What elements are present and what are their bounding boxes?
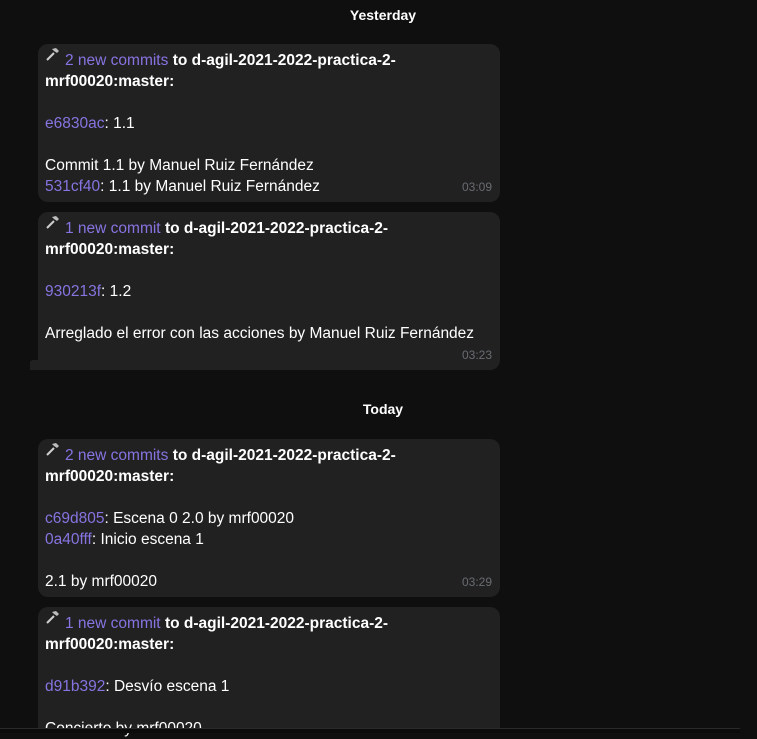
chat-history: Yesterday 2 new commits to d-agil-2021-2… — [0, 0, 757, 737]
message-time: 03:09 — [461, 180, 492, 194]
commit-message: : 1.2 — [101, 283, 132, 300]
message-header: 1 new commit to d-agil-2021-2022-practic… — [45, 216, 493, 239]
message-time: 03:23 — [461, 348, 492, 362]
message-bubble[interactable]: 2 new commits to d-agil-2021-2022-practi… — [38, 44, 500, 202]
commit-body: 2.1 by mrf00020 — [45, 573, 158, 590]
commit-body: Commit 1.1 by Manuel Ruiz Fernández — [45, 157, 314, 174]
commit-message: : 1.1 by Manuel Ruiz Fernández — [100, 178, 320, 195]
message-header: 1 new commit to d-agil-2021-2022-practic… — [45, 611, 493, 634]
commit-line: 531cf40: 1.1 by Manuel Ruiz Fernández — [45, 176, 493, 197]
hammer-icon — [45, 611, 65, 629]
commit-count-link[interactable]: 2 new commits — [65, 52, 168, 69]
repo-branch: mrf00020:master: — [45, 636, 175, 653]
date-separator-today: Today — [362, 401, 404, 417]
commit-hash-link[interactable]: e6830ac — [45, 115, 104, 132]
message-header: 2 new commits to d-agil-2021-2022-practi… — [45, 443, 493, 466]
repo-text: to d-agil-2021-2022-practica-2- — [164, 220, 389, 237]
date-separator-yesterday: Yesterday — [349, 7, 417, 23]
commit-count-link[interactable]: 2 new commits — [65, 447, 168, 464]
composer-edge — [0, 728, 740, 733]
commit-line: 930213f: 1.2 — [45, 281, 493, 302]
repo-branch: mrf00020:master: — [45, 468, 175, 485]
commit-hash-link[interactable]: d91b392 — [45, 678, 105, 695]
commit-message: : 1.1 — [104, 115, 135, 132]
commit-hash-link[interactable]: 531cf40 — [45, 178, 100, 195]
commit-hash-link[interactable]: c69d805 — [45, 510, 104, 527]
repo-text: to d-agil-2021-2022-practica-2- — [172, 447, 396, 464]
commit-message: : Inicio escena 1 — [91, 531, 204, 548]
hammer-icon — [45, 443, 65, 461]
commit-line: d91b392: Desvío escena 1 — [45, 676, 493, 697]
commit-count-link[interactable]: 1 new commit — [65, 615, 161, 632]
commit-line: e6830ac: 1.1 — [45, 113, 493, 134]
repo-branch: mrf00020:master: — [45, 73, 175, 90]
message-bubble[interactable]: 2 new commits to d-agil-2021-2022-practi… — [38, 439, 500, 597]
repo-text: to d-agil-2021-2022-practica-2- — [172, 52, 396, 69]
repo-text: to d-agil-2021-2022-practica-2- — [164, 615, 389, 632]
commit-message: : Desvío escena 1 — [105, 678, 230, 695]
message-header: 2 new commits to d-agil-2021-2022-practi… — [45, 48, 493, 71]
repo-branch: mrf00020:master: — [45, 241, 175, 258]
commit-body: Arreglado el error con las acciones by M… — [45, 325, 475, 342]
commit-message: : Escena 0 2.0 by mrf00020 — [104, 510, 295, 527]
hammer-icon — [45, 216, 65, 234]
commit-count-link[interactable]: 1 new commit — [65, 220, 161, 237]
message-bubble[interactable]: 1 new commit to d-agil-2021-2022-practic… — [38, 212, 500, 370]
hammer-icon — [45, 48, 65, 66]
commit-hash-link[interactable]: 930213f — [45, 283, 101, 300]
commit-hash-link[interactable]: 0a40fff — [45, 531, 92, 548]
commit-line: 0a40fff: Inicio escena 1 — [45, 529, 493, 550]
bubble-tail — [30, 360, 38, 370]
commit-line: c69d805: Escena 0 2.0 by mrf00020 — [45, 508, 493, 529]
message-bubble[interactable]: 1 new commit to d-agil-2021-2022-practic… — [38, 607, 500, 737]
message-time: 03:29 — [461, 575, 492, 589]
